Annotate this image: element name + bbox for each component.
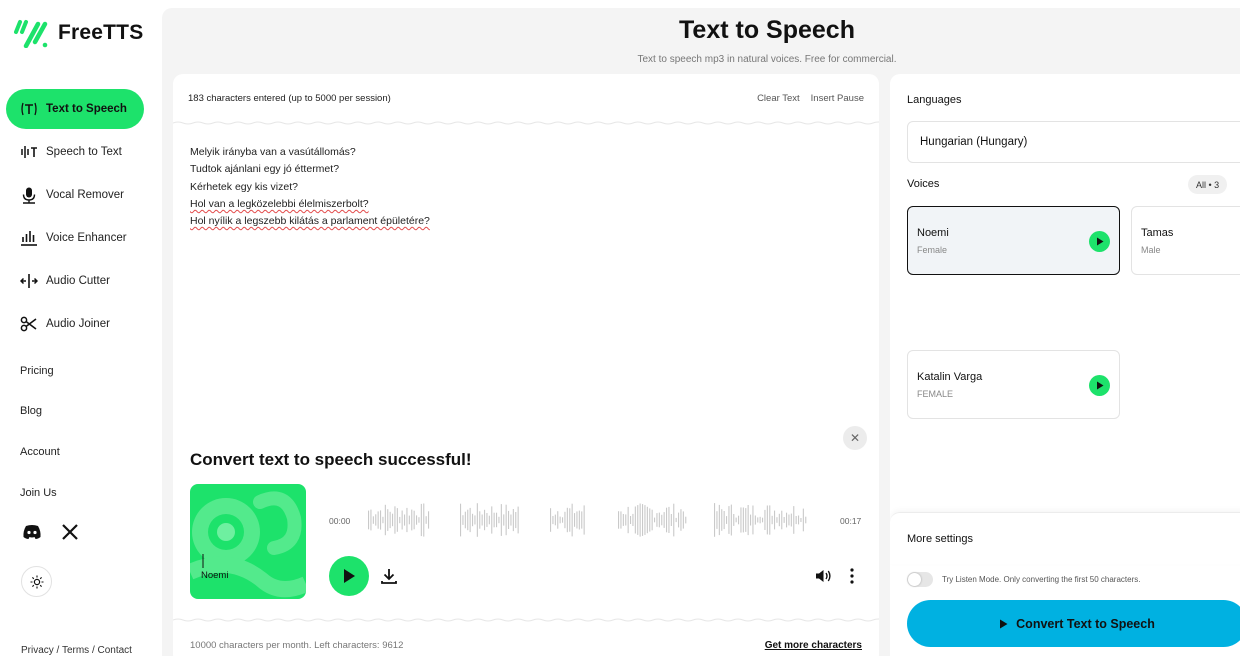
convert-button[interactable]: Convert Text to Speech (907, 600, 1240, 647)
sun-icon (30, 575, 43, 588)
nav-link-join-us[interactable]: Join Us (20, 487, 57, 499)
speech-to-text-icon (21, 146, 37, 158)
social-links (22, 524, 78, 540)
cover-voice-name: Noemi (201, 570, 229, 581)
languages-label: Languages (907, 94, 962, 106)
play-button[interactable] (329, 556, 369, 596)
current-time: 00:00 (329, 516, 351, 526)
play-icon (1096, 381, 1103, 390)
duration: 00:17 (840, 516, 862, 526)
voice-gender: FEMALE (917, 389, 954, 399)
voice-card-noemi[interactable]: Noemi Female (907, 206, 1120, 275)
sidebar-item-audio-cutter[interactable]: Audio Cutter (6, 261, 144, 301)
text-to-speech-icon (21, 102, 37, 116)
voice-preview-button[interactable] (1089, 231, 1110, 252)
logo[interactable]: FreeTTS (14, 18, 143, 48)
sidebar-item-vocal-remover[interactable]: Vocal Remover (6, 175, 144, 215)
voice-name: Noemi (917, 227, 949, 239)
nav-link-pricing[interactable]: Pricing (20, 365, 54, 377)
more-options-icon[interactable] (845, 567, 859, 585)
sidebar-item-audio-joiner[interactable]: Audio Joiner (6, 304, 144, 344)
get-more-characters-link[interactable]: Get more characters (765, 640, 862, 651)
close-result-button[interactable]: ✕ (843, 426, 867, 450)
audio-cutter-icon (20, 274, 38, 288)
editor-card: 183 characters entered (up to 5000 per s… (173, 74, 879, 656)
page-title: Text to Speech (679, 16, 855, 44)
sidebar-item-label: Vocal Remover (46, 189, 124, 201)
play-icon (344, 569, 355, 583)
result-title: Convert text to speech successful! (190, 450, 472, 469)
nav-link-account[interactable]: Account (20, 446, 60, 458)
page-subtitle: Text to speech mp3 in natural voices. Fr… (637, 54, 897, 65)
sidebar-item-label: Speech to Text (46, 146, 122, 158)
language-select[interactable]: Hungarian (Hungary) (907, 121, 1240, 163)
sidebar-item-label: Audio Joiner (46, 318, 110, 330)
listen-mode-toggle[interactable] (907, 572, 933, 587)
voice-name: Tamas (1141, 227, 1174, 239)
x-icon[interactable] (62, 524, 78, 540)
editor-footer: 10000 characters per month. Left charact… (173, 626, 879, 656)
voices-label: Voices (907, 178, 940, 190)
audio-cover: Noemi (190, 484, 306, 599)
clear-text-button[interactable]: Clear Text (757, 93, 800, 104)
listen-mode-row: Try Listen Mode. Only converting the fir… (907, 572, 1140, 587)
divider (173, 121, 879, 125)
play-icon (1000, 619, 1008, 628)
text-line: Tudtok ajánlani egy jó éttermet? (190, 163, 340, 176)
sidebar-item-label: Text to Speech (46, 103, 127, 115)
microphone-icon (22, 187, 36, 204)
sidebar: FreeTTS Text to Speech Speech to Text Vo… (0, 0, 162, 656)
theme-toggle-button[interactable] (21, 566, 52, 597)
equalizer-icon (21, 231, 37, 246)
discord-icon[interactable] (22, 524, 42, 540)
close-icon: ✕ (849, 431, 861, 445)
convert-button-label: Convert Text to Speech (1016, 616, 1155, 631)
sidebar-item-label: Audio Cutter (46, 275, 110, 287)
voice-filter-label: All • 3 (1196, 179, 1220, 190)
voice-card-tamas[interactable]: Tamas Male (1131, 206, 1240, 275)
text-line: Hol nyílik a legszebb kilátás a parlamen… (190, 215, 430, 228)
voice-card-katalin-varga[interactable]: Katalin Varga FEMALE (907, 350, 1120, 419)
brand-name: FreeTTS (58, 21, 144, 44)
footer-links[interactable]: Privacy / Terms / Contact (21, 645, 132, 656)
voice-gender: Female (917, 245, 948, 255)
text-input[interactable]: Melyik irányba van a vasútállomás? Tudto… (190, 144, 430, 230)
sidebar-item-text-to-speech[interactable]: Text to Speech (6, 89, 144, 129)
settings-panel: Languages Hungarian (Hungary) Voices All… (890, 74, 1240, 656)
char-count: 183 characters entered (up to 5000 per s… (188, 92, 391, 104)
volume-icon[interactable] (814, 567, 832, 585)
scissors-icon (20, 316, 37, 332)
quota-text: 10000 characters per month. Left charact… (190, 639, 404, 651)
play-icon (1096, 237, 1103, 246)
listen-mode-label: Try Listen Mode. Only converting the fir… (942, 575, 1141, 584)
sidebar-item-voice-enhancer[interactable]: Voice Enhancer (6, 218, 144, 258)
voice-name: Katalin Varga (917, 371, 983, 383)
text-line: Melyik irányba van a vasútállomás? (190, 146, 356, 158)
cover-art (190, 491, 306, 598)
divider (173, 618, 879, 622)
text-line: Kérhetek egy kis vizet? (190, 180, 298, 193)
more-settings-label: More settings (907, 533, 974, 545)
nav-link-blog[interactable]: Blog (20, 405, 42, 417)
text-line: Hol van a legközelebbi élelmiszerbolt? (190, 197, 369, 210)
insert-pause-button[interactable]: Insert Pause (811, 93, 864, 104)
voice-preview-button[interactable] (1089, 375, 1110, 396)
editor-toolbar: 183 characters entered (up to 5000 per s… (173, 74, 879, 122)
voice-gender: Male (1141, 245, 1161, 255)
audio-waveform[interactable] (368, 500, 808, 540)
voice-filter-all[interactable]: All • 3 (1188, 175, 1228, 194)
download-icon[interactable] (379, 566, 399, 586)
sidebar-item-speech-to-text[interactable]: Speech to Text (6, 132, 144, 172)
more-settings-toggle[interactable]: More settings (890, 512, 1240, 564)
logo-icon (14, 20, 48, 48)
sidebar-item-label: Voice Enhancer (46, 232, 127, 244)
